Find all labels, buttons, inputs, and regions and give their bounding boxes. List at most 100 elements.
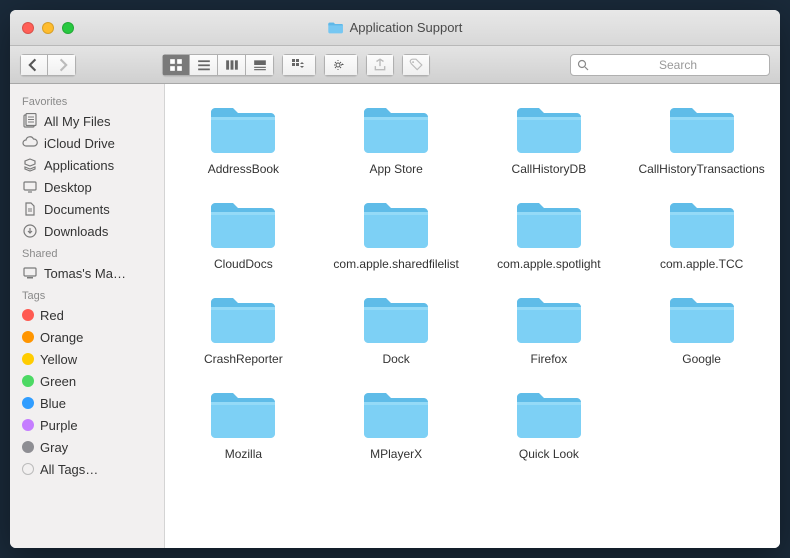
folder-item[interactable]: Mozilla [169, 381, 318, 468]
zoom-window-button[interactable] [62, 22, 74, 34]
apps-icon [22, 157, 38, 173]
tag-dot-icon [22, 331, 34, 343]
folder-icon [666, 292, 738, 348]
sidebar-item[interactable]: Tomas's Ma… [10, 262, 164, 284]
sidebar-item-label: Documents [44, 202, 110, 217]
folder-label: AddressBook [208, 162, 279, 177]
desktop-icon [22, 179, 38, 195]
sidebar-item[interactable]: Orange [10, 326, 164, 348]
sidebar-section-header: Shared [10, 242, 164, 262]
sidebar-item[interactable]: Green [10, 370, 164, 392]
folder-label: com.apple.TCC [660, 257, 743, 272]
sidebar-item[interactable]: All Tags… [10, 458, 164, 480]
folder-icon [513, 197, 585, 253]
minimize-window-button[interactable] [42, 22, 54, 34]
sidebar-item[interactable]: Yellow [10, 348, 164, 370]
folder-item[interactable]: com.apple.spotlight [475, 191, 624, 278]
folder-label: App Store [369, 162, 422, 177]
folder-item[interactable]: App Store [322, 96, 471, 183]
action-button[interactable] [324, 54, 358, 76]
sidebar-item-label: Tomas's Ma… [44, 266, 126, 281]
documents-icon [22, 201, 38, 217]
back-button[interactable] [20, 54, 48, 76]
sidebar-item-label: Desktop [44, 180, 92, 195]
folder-icon [513, 102, 585, 158]
folder-icon [513, 292, 585, 348]
sidebar-item-label: Orange [40, 330, 83, 345]
window-title: Application Support [328, 20, 463, 35]
tag-dot-icon [22, 419, 34, 431]
tag-dot-icon [22, 375, 34, 387]
folder-item[interactable]: Quick Look [475, 381, 624, 468]
sidebar-item[interactable]: Documents [10, 198, 164, 220]
folder-icon [666, 102, 738, 158]
sidebar-item-label: Applications [44, 158, 114, 173]
folder-icon [360, 292, 432, 348]
sidebar-item[interactable]: Downloads [10, 220, 164, 242]
close-window-button[interactable] [22, 22, 34, 34]
sidebar-item[interactable]: iCloud Drive [10, 132, 164, 154]
folder-icon [360, 102, 432, 158]
folder-label: com.apple.sharedfilelist [333, 257, 458, 272]
downloads-icon [22, 223, 38, 239]
folder-icon [207, 102, 279, 158]
all-files-icon [22, 113, 38, 129]
sidebar-item[interactable]: Blue [10, 392, 164, 414]
folder-label: CloudDocs [214, 257, 273, 272]
folder-icon [207, 387, 279, 443]
sidebar-item-label: Gray [40, 440, 68, 455]
list-view-button[interactable] [190, 54, 218, 76]
sidebar-section-header: Tags [10, 284, 164, 304]
tags-button[interactable] [402, 54, 430, 76]
folder-label: Google [682, 352, 721, 367]
folder-item[interactable]: Firefox [475, 286, 624, 373]
tag-dot-icon [22, 441, 34, 453]
folder-item[interactable]: Dock [322, 286, 471, 373]
folder-item[interactable]: com.apple.TCC [627, 191, 776, 278]
folder-item[interactable]: CallHistoryDB [475, 96, 624, 183]
folder-item[interactable]: CallHistoryTransactions [627, 96, 776, 183]
tag-dot-icon [22, 463, 34, 475]
toolbar [10, 46, 780, 84]
sidebar-item[interactable]: All My Files [10, 110, 164, 132]
folder-icon [360, 387, 432, 443]
sidebar-item[interactable]: Gray [10, 436, 164, 458]
tag-dot-icon [22, 353, 34, 365]
sidebar: FavoritesAll My FilesiCloud Drive Applica… [10, 84, 165, 548]
search-field[interactable] [570, 54, 770, 76]
coverflow-view-button[interactable] [246, 54, 274, 76]
arrange-button[interactable] [282, 54, 316, 76]
computer-icon [22, 265, 38, 281]
folder-item[interactable]: MPlayerX [322, 381, 471, 468]
content-area[interactable]: AddressBook App Store CallHistoryDB CallHis… [165, 84, 780, 548]
icon-view-button[interactable] [162, 54, 190, 76]
sidebar-item[interactable]: Red [10, 304, 164, 326]
folder-item[interactable]: CrashReporter [169, 286, 318, 373]
sidebar-item-label: Downloads [44, 224, 108, 239]
tag-dot-icon [22, 309, 34, 321]
sidebar-item-label: All Tags… [40, 462, 98, 477]
folder-item[interactable]: AddressBook [169, 96, 318, 183]
folder-label: Dock [382, 352, 409, 367]
folder-grid: AddressBook App Store CallHistoryDB CallHis… [169, 96, 776, 468]
folder-item[interactable]: CloudDocs [169, 191, 318, 278]
folder-icon [360, 197, 432, 253]
sidebar-item[interactable]: Purple [10, 414, 164, 436]
share-button[interactable] [366, 54, 394, 76]
folder-label: com.apple.spotlight [497, 257, 600, 272]
column-view-button[interactable] [218, 54, 246, 76]
search-input[interactable] [593, 58, 763, 72]
folder-label: Mozilla [225, 447, 262, 462]
forward-button[interactable] [48, 54, 76, 76]
sidebar-item[interactable]: Applications [10, 154, 164, 176]
sidebar-section-header: Favorites [10, 90, 164, 110]
folder-label: Firefox [531, 352, 568, 367]
view-buttons [162, 54, 274, 76]
folder-item[interactable]: Google [627, 286, 776, 373]
sidebar-item-label: Green [40, 374, 76, 389]
folder-label: CallHistoryTransactions [638, 162, 764, 177]
sidebar-item[interactable]: Desktop [10, 176, 164, 198]
folder-item[interactable]: com.apple.sharedfilelist [322, 191, 471, 278]
folder-icon [207, 197, 279, 253]
nav-buttons [20, 54, 76, 76]
